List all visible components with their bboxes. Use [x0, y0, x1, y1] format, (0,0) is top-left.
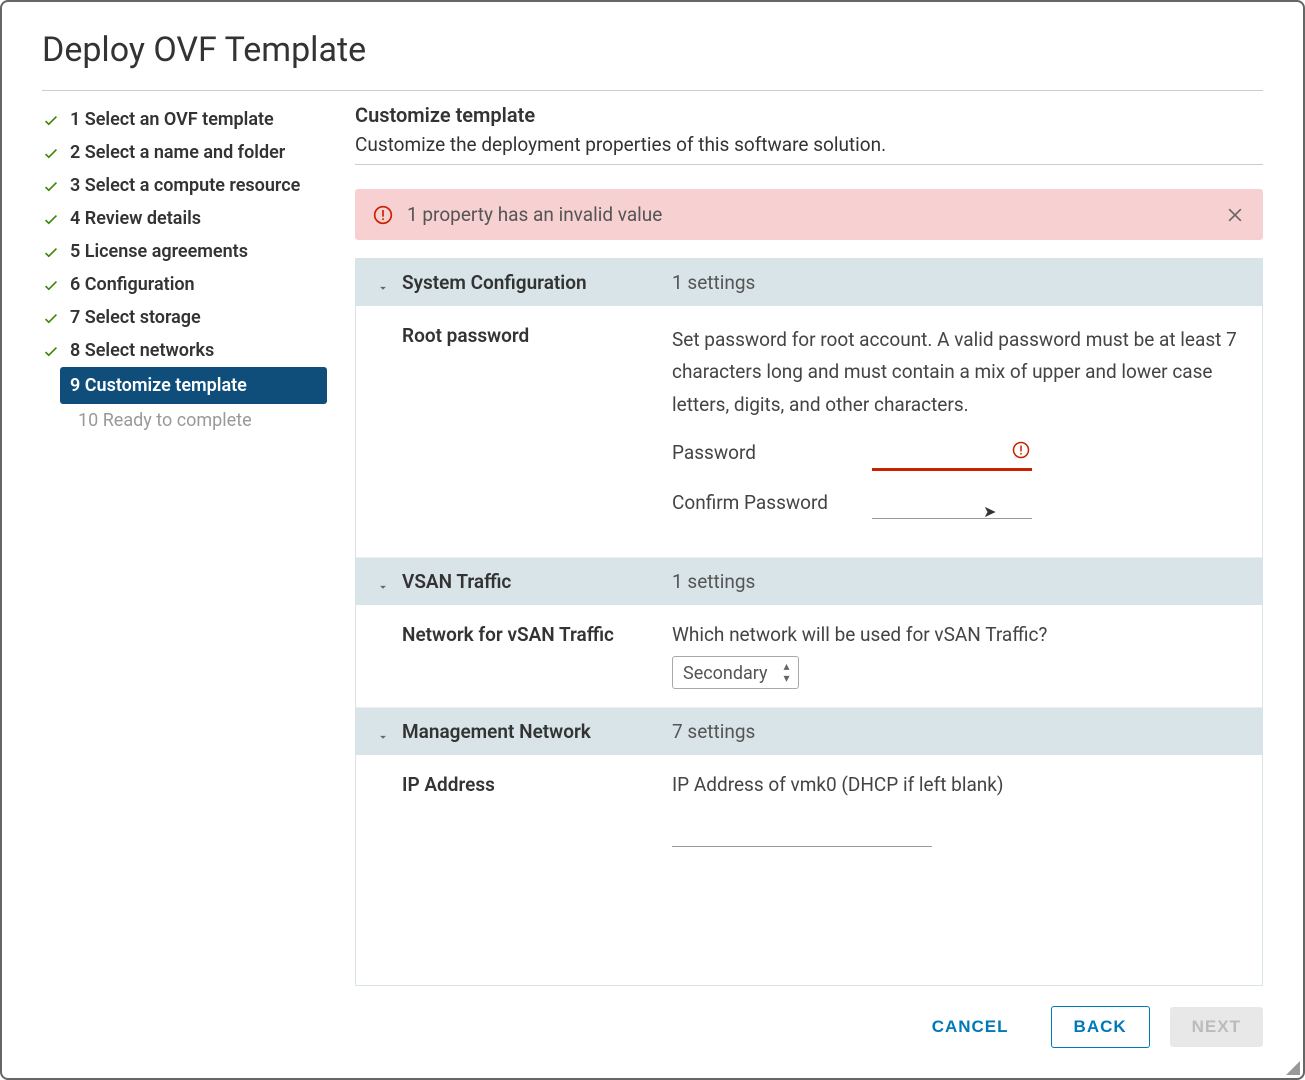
confirm-password-input[interactable] [872, 492, 1032, 519]
back-button[interactable]: BACK [1051, 1006, 1150, 1048]
error-icon [1012, 441, 1030, 459]
check-icon [42, 243, 60, 261]
dialog-header: Deploy OVF Template [2, 2, 1303, 82]
step-label: 9 Customize template [70, 375, 247, 396]
row-vsan-network: Network for vSAN Traffic Which network w… [356, 605, 1262, 708]
ip-address-input[interactable] [672, 820, 932, 847]
section-count: 1 settings [672, 271, 755, 294]
row-label: IP Address [402, 773, 672, 847]
check-icon [42, 177, 60, 195]
confirm-password-input-wrap [872, 491, 1032, 519]
row-content: Which network will be used for vSAN Traf… [672, 623, 1242, 689]
section-count: 1 settings [672, 570, 755, 593]
panel-subtitle: Customize the deployment properties of t… [355, 133, 1263, 156]
vsan-network-desc: Which network will be used for vSAN Traf… [672, 623, 1242, 646]
check-icon [42, 144, 60, 162]
select-caret-icon: ▴▾ [784, 660, 790, 684]
deploy-ovf-dialog: Deploy OVF Template 1 Select an OVF temp… [0, 0, 1305, 1080]
wizard-step-9[interactable]: 9 Customize template [60, 367, 327, 404]
next-button: NEXT [1170, 1007, 1263, 1047]
section-header-mgmt[interactable]: Management Network 7 settings [356, 708, 1262, 755]
ip-address-desc: IP Address of vmk0 (DHCP if left blank) [672, 773, 1242, 796]
main-panel: Customize template Customize the deploym… [347, 103, 1303, 986]
step-label: 7 Select storage [70, 307, 201, 328]
step-label: 8 Select networks [70, 340, 214, 361]
row-content: IP Address of vmk0 (DHCP if left blank) [672, 773, 1242, 847]
confirm-password-label: Confirm Password [672, 491, 872, 514]
wizard-step-3[interactable]: 3 Select a compute resource [42, 169, 327, 202]
root-password-desc: Set password for root account. A valid p… [672, 324, 1242, 421]
section-count: 7 settings [672, 720, 755, 743]
validation-alert: 1 property has an invalid value [355, 189, 1263, 240]
password-input[interactable] [872, 442, 1032, 471]
step-label: 10 Ready to complete [78, 410, 252, 431]
section-title: VSAN Traffic [402, 570, 672, 593]
check-icon [42, 309, 60, 327]
wizard-step-7[interactable]: 7 Select storage [42, 301, 327, 334]
panel-title: Customize template [355, 103, 1263, 127]
alert-text: 1 property has an invalid value [407, 203, 1225, 226]
field-password: Password [672, 441, 1242, 471]
row-label: Root password [402, 324, 672, 539]
wizard-step-5[interactable]: 5 License agreements [42, 235, 327, 268]
section-title: Management Network [402, 720, 672, 743]
check-icon [42, 276, 60, 294]
chevron-down-icon [376, 277, 390, 291]
close-icon[interactable] [1225, 205, 1245, 225]
step-label: 3 Select a compute resource [70, 175, 300, 196]
wizard-step-6[interactable]: 6 Configuration [42, 268, 327, 301]
step-label: 5 License agreements [70, 241, 248, 262]
step-label: 2 Select a name and folder [70, 142, 285, 163]
section-header-system[interactable]: System Configuration 1 settings [356, 259, 1262, 306]
step-label: 1 Select an OVF template [70, 109, 274, 130]
wizard-step-10: 10 Ready to complete [50, 404, 327, 437]
check-icon [42, 111, 60, 129]
wizard-step-8[interactable]: 8 Select networks [42, 334, 327, 367]
section-header-vsan[interactable]: VSAN Traffic 1 settings [356, 558, 1262, 605]
row-root-password: Root password Set password for root acco… [356, 306, 1262, 558]
select-value: Secondary [683, 663, 768, 684]
check-icon [42, 342, 60, 360]
step-label: 4 Review details [70, 208, 201, 229]
wizard-steps: 1 Select an OVF template 2 Select a name… [2, 103, 347, 986]
password-label: Password [672, 441, 872, 464]
resize-handle-icon[interactable] [1286, 1061, 1300, 1075]
row-label: Network for vSAN Traffic [402, 623, 672, 689]
row-content: Set password for root account. A valid p… [672, 324, 1242, 539]
dialog-footer: CANCEL BACK NEXT [2, 986, 1303, 1078]
step-label: 6 Configuration [70, 274, 195, 295]
dialog-title: Deploy OVF Template [42, 30, 1263, 70]
settings-container: System Configuration 1 settings Root pas… [355, 258, 1263, 986]
wizard-step-4[interactable]: 4 Review details [42, 202, 327, 235]
vsan-network-select[interactable]: Secondary ▴▾ [672, 656, 799, 689]
cancel-button[interactable]: CANCEL [910, 1007, 1031, 1047]
check-icon [42, 210, 60, 228]
dialog-body: 1 Select an OVF template 2 Select a name… [2, 91, 1303, 986]
section-title: System Configuration [402, 271, 672, 294]
wizard-step-1[interactable]: 1 Select an OVF template [42, 103, 327, 136]
row-ip-address: IP Address IP Address of vmk0 (DHCP if l… [356, 755, 1262, 865]
panel-divider [355, 164, 1263, 165]
password-input-wrap [872, 441, 1032, 471]
wizard-step-2[interactable]: 2 Select a name and folder [42, 136, 327, 169]
chevron-down-icon [376, 576, 390, 590]
error-icon [373, 205, 393, 225]
field-confirm-password: Confirm Password [672, 491, 1242, 519]
chevron-down-icon [376, 726, 390, 740]
